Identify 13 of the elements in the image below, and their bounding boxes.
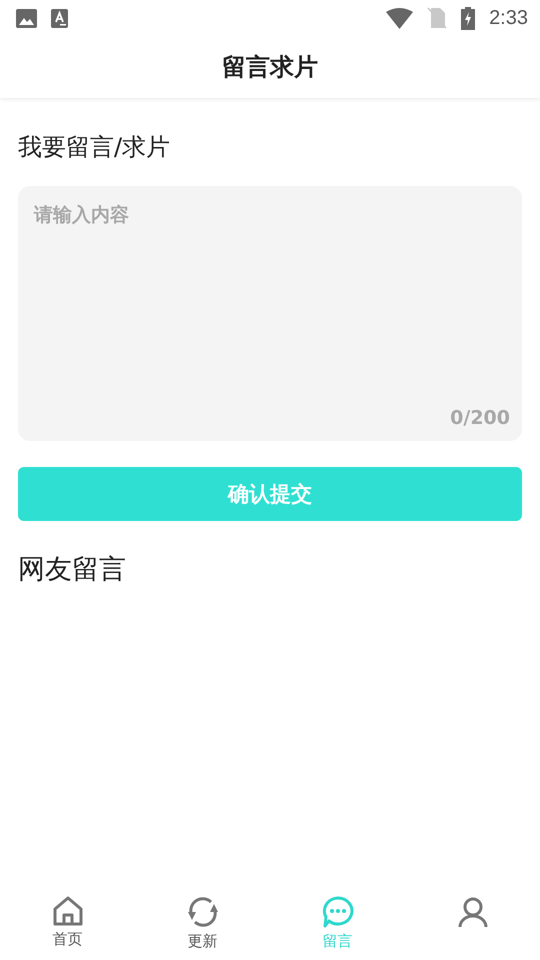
- battery-charging-icon: [461, 6, 476, 30]
- nav-tab[interactable]: 更新: [135, 888, 270, 960]
- no-sim-icon: [427, 7, 448, 29]
- section-title: 网友留言: [18, 553, 127, 587]
- page-title: 留言求片: [222, 52, 318, 83]
- character-counter: 0/200: [450, 407, 510, 429]
- status-time: 2:33: [489, 6, 528, 30]
- home-icon: [50, 894, 84, 928]
- wifi-icon: [386, 8, 414, 28]
- image-icon: [16, 8, 37, 28]
- nav-tab[interactable]: 首页: [0, 888, 135, 960]
- section-title: 我要留言/求片: [18, 132, 172, 163]
- font-icon: [51, 8, 68, 28]
